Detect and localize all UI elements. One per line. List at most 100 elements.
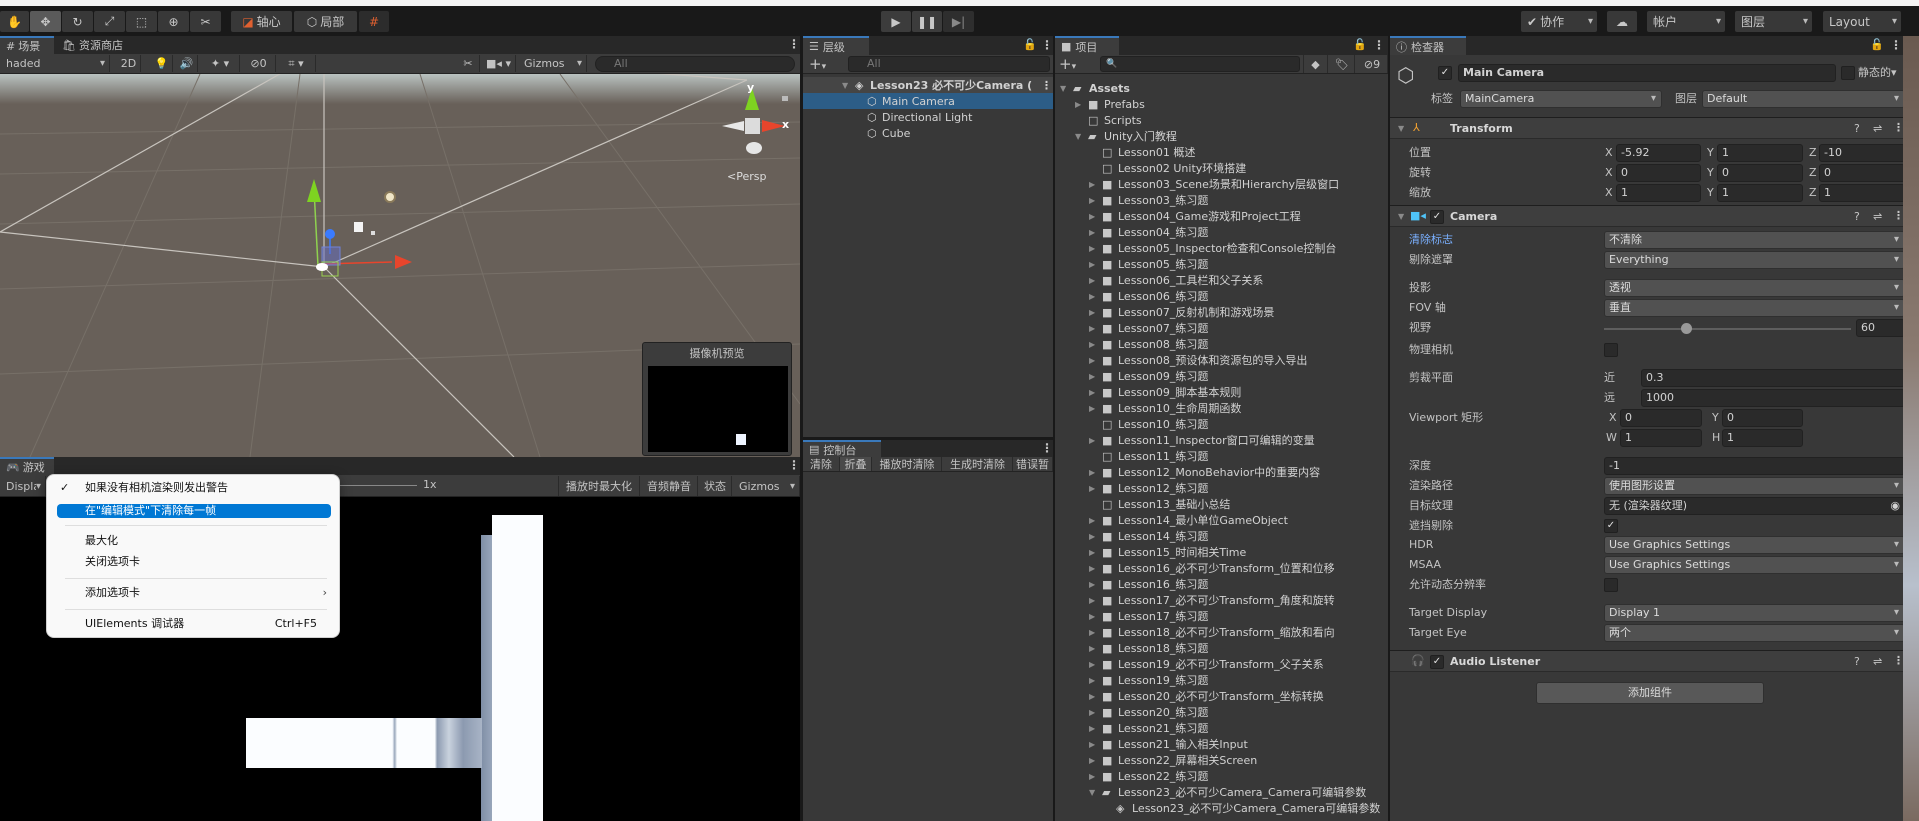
hierarchy-item-main-camera[interactable]: ⬡ Main Camera xyxy=(803,93,1053,109)
collapsed-arrow-icon[interactable]: ▶ xyxy=(1089,340,1095,349)
project-folder-item[interactable]: ▶ ■ Lesson22_屏幕相关Screen xyxy=(1055,752,1388,768)
maximize-on-play-toggle[interactable]: 播放时最大化 xyxy=(558,476,640,496)
collapsed-arrow-icon[interactable]: ▶ xyxy=(1075,100,1081,109)
hidden-objects-toggle[interactable]: ⊘ 0 xyxy=(242,55,276,72)
project-folder-item[interactable]: ▶ ■ Lesson20_必不可少Transform_坐标转换 xyxy=(1055,688,1388,704)
collapsed-arrow-icon[interactable]: ▶ xyxy=(1089,196,1095,205)
dynamic-resolution-checkbox[interactable] xyxy=(1604,578,1618,592)
collapsed-arrow-icon[interactable]: ▶ xyxy=(1089,292,1095,301)
project-folder-item[interactable]: ▼ ▰ Lesson23_必不可少Camera_Camera可编辑参数 xyxy=(1055,784,1388,800)
project-folder-item[interactable]: ▶ ■ Lesson14_最小单位GameObject xyxy=(1055,512,1388,528)
2d-toggle[interactable]: 2D xyxy=(117,55,141,72)
menu-item-clear-every-frame[interactable]: 在"编辑模式"下清除每一帧 xyxy=(57,504,331,518)
tab-console[interactable]: ▤ 控制台 xyxy=(803,440,881,457)
object-picker-icon[interactable]: ◉ xyxy=(1890,498,1900,514)
project-folder-item[interactable]: ▶ ■ Lesson19_练习题 xyxy=(1055,672,1388,688)
collapsed-arrow-icon[interactable]: ▶ xyxy=(1089,692,1095,701)
near-clip-input[interactable]: 0.3 xyxy=(1641,369,1905,387)
layers-dropdown[interactable]: 图层 xyxy=(1735,11,1812,32)
console-collapse-toggle[interactable]: 折叠 xyxy=(840,457,872,471)
tab-hierarchy[interactable]: ☰ 层级 xyxy=(803,36,869,55)
project-folder-item[interactable]: ▶ ■ Lesson18_必不可少Transform_缩放和看向 xyxy=(1055,624,1388,640)
project-folder-item[interactable]: ▶ ■ Lesson08_练习题 xyxy=(1055,336,1388,352)
project-folder-item[interactable]: ▶ ■ Prefabs xyxy=(1055,96,1388,112)
collapsed-arrow-icon[interactable]: ▶ xyxy=(1089,628,1095,637)
project-folder-item[interactable]: ▶ ■ Lesson10_生命周期函数 xyxy=(1055,400,1388,416)
project-folder-item[interactable]: ▶ ■ Lesson16_练习题 xyxy=(1055,576,1388,592)
audio-listener-header[interactable]: 🎧 ✓ Audio Listener ? ⇌ ⋮ xyxy=(1390,650,1904,672)
project-folder-item[interactable]: ▶ ■ Lesson21_练习题 xyxy=(1055,720,1388,736)
tab-project[interactable]: ■ 项目 xyxy=(1055,36,1119,55)
lighting-toggle[interactable]: 💡 xyxy=(151,55,173,72)
collab-dropdown[interactable]: ✔ 协作 xyxy=(1521,11,1597,32)
y-axis-handle[interactable] xyxy=(307,179,321,202)
project-folder-item[interactable]: ▶ ■ Lesson06_练习题 xyxy=(1055,288,1388,304)
expanded-arrow-icon[interactable]: ▼ xyxy=(1089,788,1095,797)
rect-tool-button[interactable]: ⬚ xyxy=(126,11,157,32)
gizmo-negy-cone[interactable] xyxy=(746,142,762,154)
object-name-input[interactable]: Main Camera xyxy=(1458,64,1836,82)
tag-dropdown[interactable]: MainCamera xyxy=(1460,90,1662,108)
transform-tool-button[interactable]: ⊕ xyxy=(158,11,189,32)
target-display-dropdown[interactable]: Display 1 xyxy=(1604,604,1905,622)
transform-x-input[interactable]: 1 xyxy=(1616,184,1701,202)
game-more-icon[interactable]: ⋮ xyxy=(788,458,800,472)
scene-more-icon[interactable]: ⋮ xyxy=(788,37,800,51)
add-object-button[interactable]: +▾ xyxy=(809,55,826,76)
mute-audio-toggle[interactable]: 音频静音 xyxy=(641,476,698,496)
project-folder-item[interactable]: ▶ ■ Lesson03_练习题 xyxy=(1055,192,1388,208)
cloud-button[interactable]: ☁ xyxy=(1607,11,1637,32)
pivot-toggle[interactable]: ◪ 轴心 xyxy=(231,11,292,32)
presets-icon[interactable]: ⇌ xyxy=(1873,122,1882,135)
transform-y-input[interactable]: 1 xyxy=(1717,144,1803,162)
project-folder-item[interactable]: ▶ ■ Lesson12_MonoBehavior中的重要内容 xyxy=(1055,464,1388,480)
project-folder-item[interactable]: ▶ ■ Lesson03_Scene场景和Hierarchy层级窗口 xyxy=(1055,176,1388,192)
tab-inspector[interactable]: ⓘ 检查器 xyxy=(1390,36,1466,55)
persp-label[interactable]: <Persp xyxy=(727,170,766,183)
menu-item-warn-no-camera[interactable]: ✓ 如果没有相机渲染则发出警告 xyxy=(47,479,339,497)
viewport-y-input[interactable]: 0 xyxy=(1722,409,1803,427)
collapsed-arrow-icon[interactable]: ▶ xyxy=(1089,724,1095,733)
scene-view[interactable]: y x <Persp 摄像机预览 xyxy=(0,74,800,457)
gizmo-center-cube[interactable] xyxy=(745,118,760,134)
help-icon[interactable]: ? xyxy=(1854,210,1860,223)
occlusion-culling-checkbox[interactable]: ✓ xyxy=(1604,519,1618,533)
collapsed-arrow-icon[interactable]: ▶ xyxy=(1089,308,1095,317)
project-folder-item[interactable]: ▶ ■ Lesson19_必不可少Transform_父子关系 xyxy=(1055,656,1388,672)
static-dropdown[interactable]: 静态的▾ xyxy=(1858,64,1897,82)
lock-icon[interactable] xyxy=(782,96,788,101)
menu-item-maximize[interactable]: 最大化 xyxy=(47,532,339,550)
project-folder-item[interactable]: ▶ ■ Lesson04_Game游戏和Project工程 xyxy=(1055,208,1388,224)
grid-dropdown[interactable]: ⌗ ▾ xyxy=(277,55,316,72)
transform-z-input[interactable]: 1 xyxy=(1819,184,1905,202)
collapsed-arrow-icon[interactable]: ▶ xyxy=(1089,356,1095,365)
fov-axis-dropdown[interactable]: 垂直 xyxy=(1604,299,1905,317)
project-folder-item[interactable]: □ Scripts xyxy=(1055,112,1388,128)
transform-z-input[interactable]: -10 xyxy=(1819,144,1905,162)
fov-slider[interactable] xyxy=(1604,323,1851,334)
cube-object[interactable] xyxy=(354,222,363,232)
collapsed-arrow-icon[interactable]: ▶ xyxy=(1089,228,1095,237)
collapsed-arrow-icon[interactable]: ▶ xyxy=(1089,596,1095,605)
collapsed-arrow-icon[interactable]: ▶ xyxy=(1089,756,1095,765)
directional-light-icon[interactable] xyxy=(384,191,396,203)
collapsed-arrow-icon[interactable]: ▶ xyxy=(1089,180,1095,189)
collapsed-arrow-icon[interactable]: ▶ xyxy=(1089,260,1095,269)
project-folder-item[interactable]: ▶ ■ Lesson17_必不可少Transform_角度和旋转 xyxy=(1055,592,1388,608)
project-folder-item[interactable]: □ Lesson13_基础小总结 xyxy=(1055,496,1388,512)
collapsed-arrow-icon[interactable]: ▶ xyxy=(1089,212,1095,221)
account-dropdown[interactable]: 帐户 xyxy=(1647,11,1725,32)
collapsed-arrow-icon[interactable]: ▶ xyxy=(1089,244,1095,253)
filter-by-type-button[interactable]: ◆ xyxy=(1303,55,1328,73)
move-tool-button[interactable]: ✥ xyxy=(30,11,61,32)
collapsed-arrow-icon[interactable]: ▶ xyxy=(1089,676,1095,685)
tab-scene[interactable]: # 场景 xyxy=(0,36,54,54)
camera-enabled-checkbox[interactable]: ✓ xyxy=(1430,210,1444,224)
project-folder-item[interactable]: □ Lesson10_练习题 xyxy=(1055,416,1388,432)
project-more-icon[interactable]: ⋮ xyxy=(1373,38,1385,52)
transform-y-input[interactable]: 0 xyxy=(1717,164,1803,182)
inspector-more-icon[interactable]: ⋮ xyxy=(1890,38,1902,52)
add-component-button[interactable]: 添加组件 xyxy=(1536,682,1764,704)
collapsed-arrow-icon[interactable]: ▶ xyxy=(1089,548,1095,557)
help-icon[interactable]: ? xyxy=(1854,122,1860,135)
